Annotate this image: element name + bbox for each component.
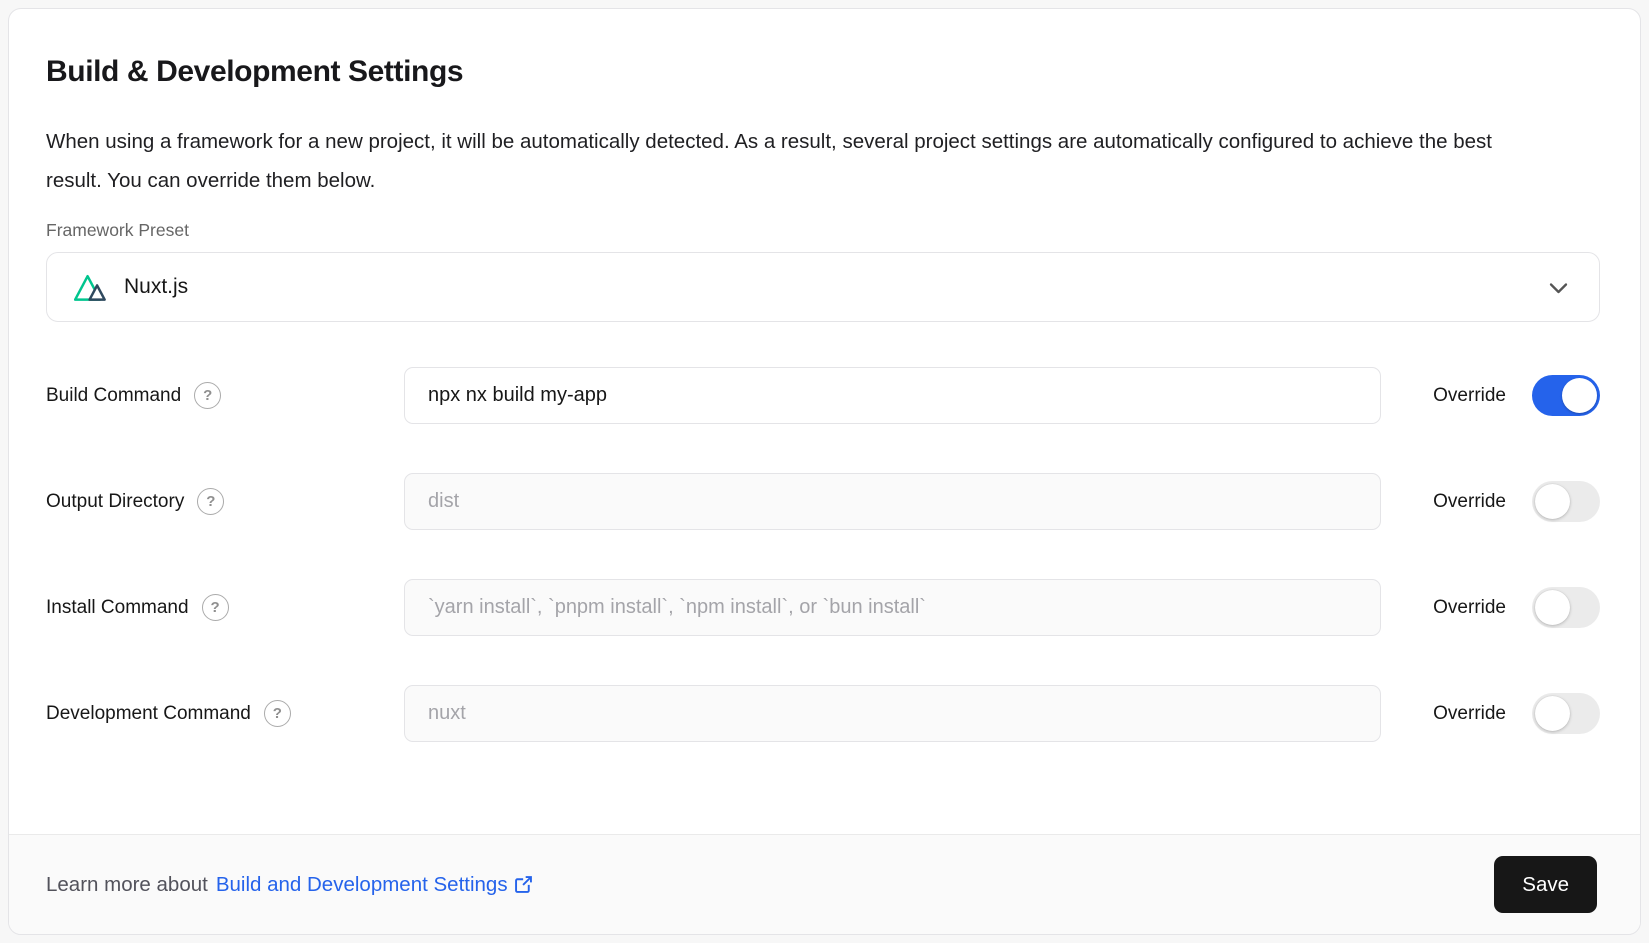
build-command-input[interactable] (404, 367, 1381, 424)
override-label: Override (1433, 385, 1506, 407)
row-label-group: Output Directory ? (46, 488, 404, 515)
output-directory-input[interactable] (404, 473, 1381, 530)
install-command-input[interactable] (404, 579, 1381, 636)
chevron-down-icon (1545, 274, 1572, 301)
framework-preset-label: Framework Preset (46, 220, 1600, 241)
row-override-group: Override (1381, 375, 1600, 416)
output-directory-row: Output Directory ? Override (46, 473, 1600, 530)
row-label-group: Install Command ? (46, 594, 404, 621)
development-command-row: Development Command ? Override (46, 685, 1600, 742)
row-input-group (404, 473, 1381, 530)
build-command-override-toggle[interactable] (1532, 375, 1600, 416)
row-override-group: Override (1381, 587, 1600, 628)
toggle-knob (1562, 378, 1597, 413)
toggle-knob (1535, 696, 1570, 731)
build-settings-card: Build & Development Settings When using … (8, 8, 1641, 935)
learn-more-link-label: Build and Development Settings (216, 873, 508, 897)
external-link-icon (513, 874, 534, 895)
help-icon[interactable]: ? (194, 382, 221, 409)
output-directory-label: Output Directory (46, 491, 184, 513)
framework-selected-value: Nuxt.js (124, 275, 188, 299)
install-command-label: Install Command (46, 597, 189, 619)
install-command-override-toggle[interactable] (1532, 587, 1600, 628)
output-directory-override-toggle[interactable] (1532, 481, 1600, 522)
build-settings-docs-link[interactable]: Build and Development Settings (216, 873, 534, 897)
settings-rows: Build Command ? Override Output Director… (46, 367, 1600, 742)
override-label: Override (1433, 703, 1506, 725)
override-label: Override (1433, 597, 1506, 619)
card-footer: Learn more about Build and Development S… (9, 834, 1640, 934)
row-label-group: Build Command ? (46, 382, 404, 409)
override-label: Override (1433, 491, 1506, 513)
row-override-group: Override (1381, 693, 1600, 734)
row-input-group (404, 367, 1381, 424)
help-icon[interactable]: ? (197, 488, 224, 515)
build-command-label: Build Command (46, 385, 181, 407)
save-button[interactable]: Save (1494, 856, 1597, 913)
toggle-knob (1535, 484, 1570, 519)
learn-more-text: Learn more about Build and Development S… (46, 873, 534, 897)
help-icon[interactable]: ? (264, 700, 291, 727)
settings-main: Build & Development Settings When using … (9, 9, 1640, 834)
build-command-row: Build Command ? Override (46, 367, 1600, 424)
learn-more-prefix: Learn more about (46, 873, 208, 897)
row-label-group: Development Command ? (46, 700, 404, 727)
nuxt-logo-icon (73, 272, 109, 302)
page-title: Build & Development Settings (46, 55, 1600, 89)
development-command-override-toggle[interactable] (1532, 693, 1600, 734)
row-input-group (404, 685, 1381, 742)
help-icon[interactable]: ? (202, 594, 229, 621)
toggle-knob (1535, 590, 1570, 625)
row-input-group (404, 579, 1381, 636)
panel-description: When using a framework for a new project… (46, 122, 1541, 200)
development-command-input[interactable] (404, 685, 1381, 742)
development-command-label: Development Command (46, 703, 251, 725)
framework-preset-select[interactable]: Nuxt.js (46, 252, 1600, 322)
row-override-group: Override (1381, 481, 1600, 522)
install-command-row: Install Command ? Override (46, 579, 1600, 636)
